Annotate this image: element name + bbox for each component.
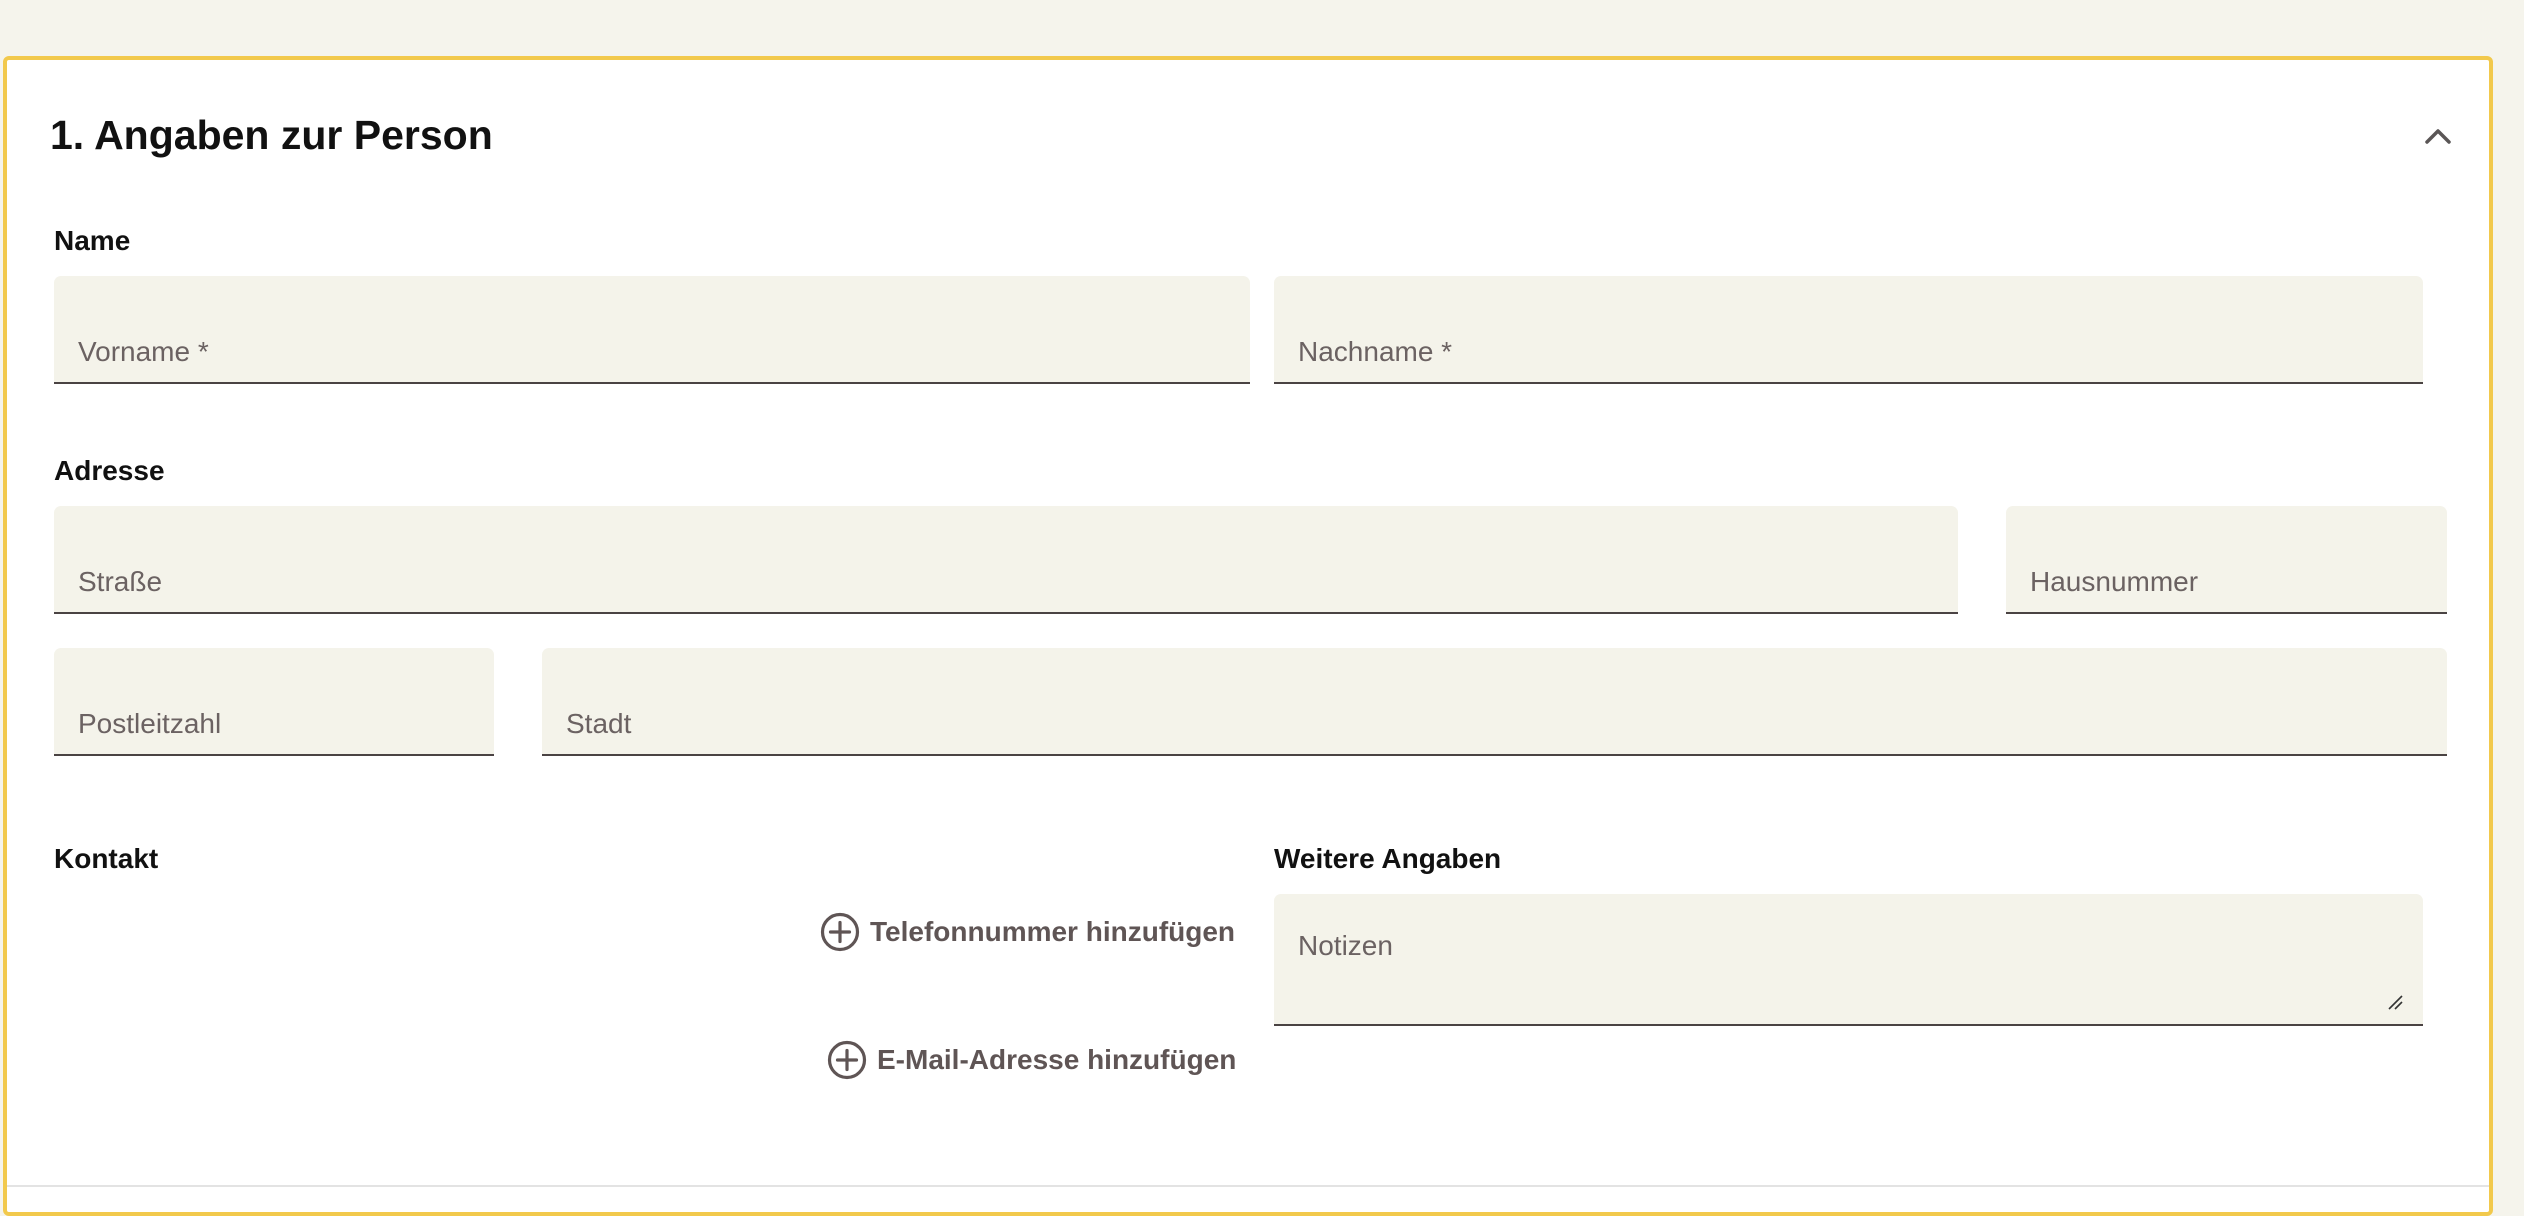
add-phone-button[interactable]: Telefonnummer hinzufügen [820, 912, 1235, 952]
nachname-input[interactable] [1274, 276, 2423, 382]
house-number-field[interactable] [2006, 506, 2447, 614]
address-label: Adresse [54, 455, 165, 486]
city-field[interactable] [542, 648, 2447, 756]
postal-code-field[interactable] [54, 648, 494, 756]
plus-circle-icon [827, 1040, 867, 1080]
resize-handle-icon[interactable] [2387, 994, 2403, 1010]
plus-circle-icon [820, 912, 860, 952]
vorname-field[interactable] [54, 276, 1250, 384]
vorname-input[interactable] [54, 276, 1250, 382]
chevron-up-icon [2425, 129, 2451, 144]
city-input[interactable] [542, 648, 2447, 754]
person-details-card [3, 56, 2493, 1216]
more-info-label: Weitere Angaben [1274, 843, 1502, 874]
street-field[interactable] [54, 506, 1958, 614]
street-input[interactable] [54, 506, 1958, 612]
house-number-input[interactable] [2006, 506, 2447, 612]
add-phone-label: Telefonnummer hinzufügen [870, 916, 1236, 947]
section-title: 1. Angaben zur Person [50, 112, 493, 158]
collapse-section-button[interactable] [2418, 116, 2458, 156]
card-divider [7, 1185, 2489, 1187]
add-email-label: E-Mail-Adresse hinzufügen [877, 1044, 1237, 1075]
name-label: Name [54, 225, 131, 256]
postal-code-input[interactable] [54, 648, 494, 754]
contact-label: Kontakt [54, 843, 159, 874]
notes-textarea[interactable] [1274, 894, 2423, 1024]
nachname-field[interactable] [1274, 276, 2423, 384]
notes-field[interactable] [1274, 894, 2423, 1026]
add-email-button[interactable]: E-Mail-Adresse hinzufügen [827, 1040, 1236, 1080]
